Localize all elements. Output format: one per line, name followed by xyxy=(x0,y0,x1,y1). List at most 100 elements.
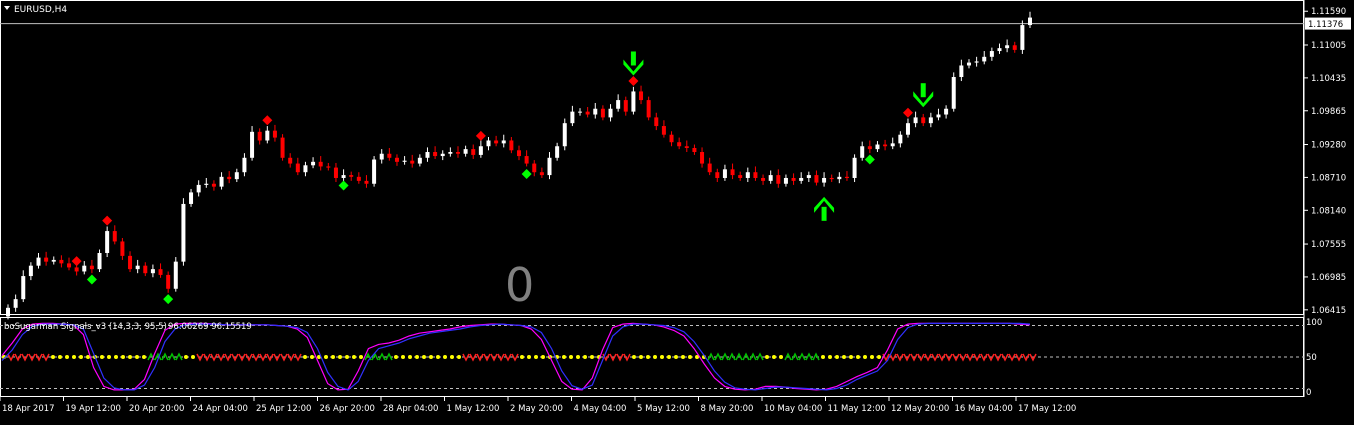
candle xyxy=(311,157,316,169)
candle xyxy=(234,168,239,183)
candle xyxy=(448,147,453,157)
candle xyxy=(425,147,430,162)
candle-body xyxy=(448,152,453,154)
candle-body xyxy=(783,177,788,184)
green-chevron-signal xyxy=(385,352,393,361)
candle-body xyxy=(829,177,834,180)
yellow-dot-signal xyxy=(646,355,650,359)
green-chevron-signal xyxy=(168,352,176,361)
candle xyxy=(890,137,895,150)
candle-body xyxy=(189,192,194,204)
yellow-dot-signal xyxy=(58,355,62,359)
candle xyxy=(951,72,956,112)
yellow-dot-signal xyxy=(835,355,839,359)
candle xyxy=(166,271,171,293)
candle-body xyxy=(288,157,293,164)
green-chevron-signal xyxy=(175,352,183,361)
candle-body xyxy=(211,183,216,187)
red-chevron-signal xyxy=(924,353,932,362)
indicator-tick-label: 50 xyxy=(1306,353,1317,363)
yellow-dot-signal xyxy=(191,355,195,359)
chart-canvas: 1.11590 1.11005 1.10435 1.09865 1.09280 1.087… xyxy=(0,0,1351,414)
yellow-dot-signal xyxy=(681,355,685,359)
time-tick-label: 12 May 20:00 xyxy=(891,404,949,414)
candle-body xyxy=(936,114,941,118)
candle-body xyxy=(555,146,560,158)
yellow-dot-signal xyxy=(520,355,524,359)
candle xyxy=(753,166,758,181)
candle-body xyxy=(692,147,697,153)
candle-body xyxy=(494,140,499,144)
candle xyxy=(730,163,735,180)
candle xyxy=(82,261,87,275)
candle xyxy=(433,146,438,159)
candle-body xyxy=(67,263,72,268)
yellow-dot-signal xyxy=(324,355,328,359)
candle-body xyxy=(1020,25,1025,50)
time-axis: 18 Apr 2017 19 Apr 12:00 20 Apr 20:00 24 Ap… xyxy=(0,397,1076,414)
candle-body xyxy=(768,175,773,181)
candle xyxy=(684,140,689,153)
candle-body xyxy=(166,274,171,289)
candle xyxy=(944,105,949,119)
candle xyxy=(471,144,476,159)
candle xyxy=(59,255,64,268)
green-diamond-marker xyxy=(163,294,174,305)
candle xyxy=(555,142,560,161)
candle-body xyxy=(349,175,354,177)
candle-body xyxy=(722,169,727,178)
candle-body xyxy=(219,176,224,187)
candle-body xyxy=(394,157,399,162)
candle xyxy=(738,171,743,181)
yellow-dot-signal xyxy=(667,355,671,359)
yellow-dot-signal xyxy=(639,355,643,359)
candle xyxy=(822,172,827,187)
candle xyxy=(402,156,407,165)
candle-body xyxy=(463,149,468,154)
time-tick-label: 4 May 04:00 xyxy=(574,404,627,414)
candle-body xyxy=(745,172,750,178)
candle-body xyxy=(837,176,842,180)
candle xyxy=(532,160,537,177)
candle-body xyxy=(478,146,483,155)
symbol-label[interactable]: EURUSD,H4 xyxy=(14,5,67,15)
price-axis: 1.11590 1.11005 1.10435 1.09865 1.09280 1.087… xyxy=(1304,7,1351,316)
candle xyxy=(966,59,971,69)
candle-body xyxy=(578,111,583,113)
red-chevron-signal xyxy=(1008,353,1016,362)
red-chevron-signal xyxy=(504,353,512,362)
time-tick-label: 5 May 12:00 xyxy=(637,404,690,414)
candle xyxy=(272,124,277,142)
candle-body xyxy=(341,175,346,178)
candle-body xyxy=(135,265,140,270)
yellow-dot-signal xyxy=(653,355,657,359)
candle-body xyxy=(860,146,865,158)
candle xyxy=(936,108,941,121)
symbol-dropdown-icon[interactable] xyxy=(4,6,10,10)
arrow-shaft xyxy=(920,83,926,98)
green-diamond-marker xyxy=(86,274,97,285)
candle xyxy=(715,168,720,183)
red-chevron-signal xyxy=(7,353,15,362)
candle-body xyxy=(486,140,491,147)
candle xyxy=(898,131,903,148)
yellow-dot-signal xyxy=(632,355,636,359)
candle-body xyxy=(875,144,880,150)
yellow-dot-signal xyxy=(352,355,356,359)
yellow-dot-signal xyxy=(401,355,405,359)
candle-body xyxy=(753,172,758,178)
yellow-dot-signal xyxy=(842,355,846,359)
candle xyxy=(806,171,811,183)
candle-body xyxy=(684,146,689,148)
yellow-dot-signal xyxy=(142,355,146,359)
candle xyxy=(196,180,201,197)
red-chevron-signal xyxy=(889,353,897,362)
candle-body xyxy=(852,157,857,178)
candle-body xyxy=(410,160,415,164)
candle-body xyxy=(806,175,811,178)
yellow-dot-signal xyxy=(408,355,412,359)
candle xyxy=(394,154,399,166)
candle-body xyxy=(677,142,682,147)
candle-body xyxy=(356,176,361,181)
candle xyxy=(677,137,682,150)
